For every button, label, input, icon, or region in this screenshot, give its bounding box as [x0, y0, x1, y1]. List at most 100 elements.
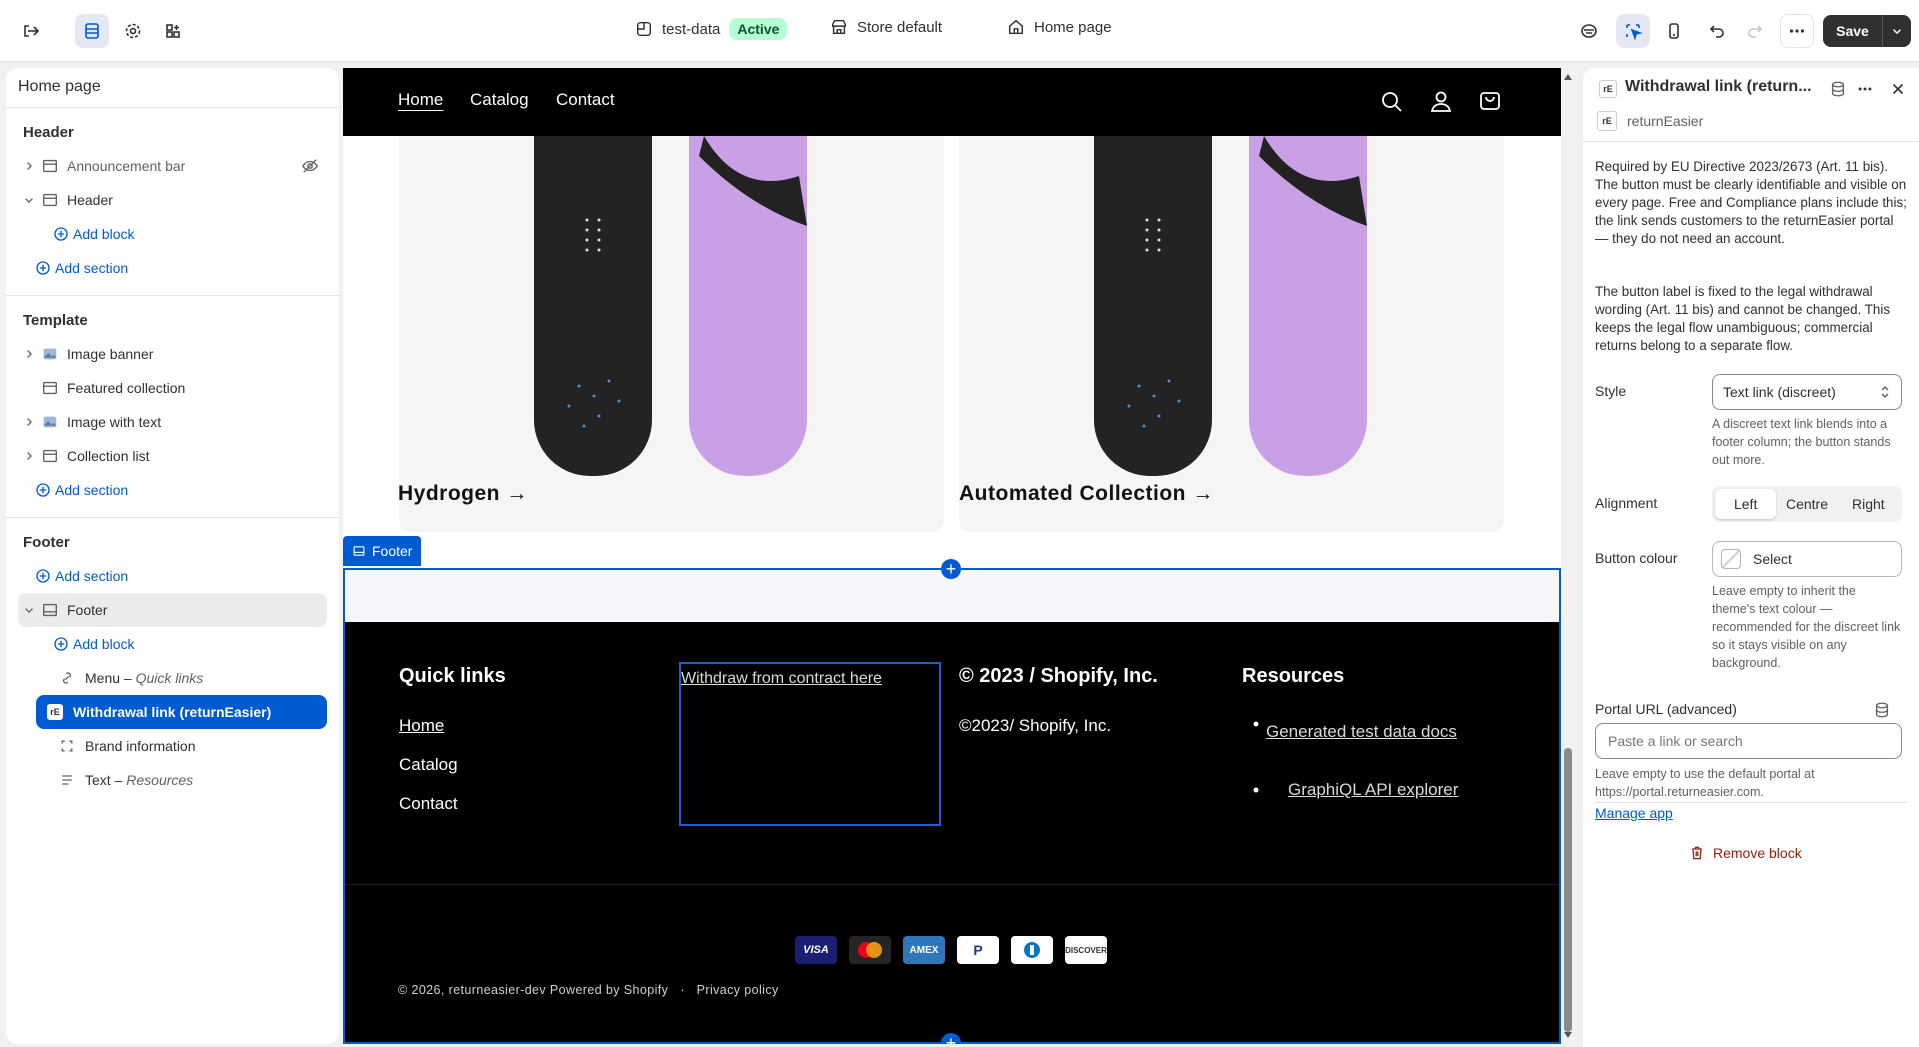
database-icon[interactable] — [1829, 80, 1847, 98]
manage-app-link[interactable]: Manage app — [1595, 805, 1673, 821]
save-button[interactable]: Save — [1823, 15, 1911, 47]
hidden-eye-icon[interactable] — [301, 157, 319, 175]
section-label: Footer — [67, 602, 108, 618]
app-name: returnEasier — [1627, 113, 1704, 129]
apps-icon[interactable] — [156, 14, 190, 48]
footer-section-label[interactable]: Footer — [343, 536, 422, 566]
resource-link-text[interactable]: GraphiQL API explorer — [1288, 780, 1458, 799]
section-icon — [43, 381, 57, 395]
plus-circle-icon — [54, 227, 68, 241]
link-icon — [62, 672, 72, 684]
theme-preview[interactable]: Home Catalog Contact Hydrogen → Automate… — [343, 68, 1561, 1044]
plus-circle-icon — [36, 261, 50, 275]
section-icon — [43, 159, 57, 173]
preview-inspector-icon[interactable] — [1572, 14, 1606, 48]
more-options-icon[interactable] — [1856, 80, 1874, 98]
sections-icon[interactable] — [75, 14, 109, 48]
add-section-button[interactable]: Add section — [18, 473, 327, 507]
product-title[interactable]: Hydrogen → — [398, 482, 528, 506]
add-section-button[interactable]: Add section — [18, 559, 327, 593]
chevron-right-icon[interactable] — [22, 415, 36, 429]
button-colour-picker[interactable]: Select — [1712, 541, 1902, 577]
snowboard-image — [534, 136, 807, 476]
group-title-template: Template — [23, 312, 88, 329]
privacy-policy-link[interactable]: Privacy policy — [697, 983, 779, 997]
nav-catalog[interactable]: Catalog — [470, 90, 529, 110]
nav-contact[interactable]: Contact — [556, 90, 615, 110]
mobile-view-icon[interactable] — [1657, 14, 1691, 48]
chevron-down-icon[interactable] — [22, 603, 36, 617]
chevron-right-icon[interactable] — [22, 347, 36, 361]
top-bar: test-data Active Store default Home page… — [0, 0, 1919, 62]
theme-selector[interactable]: test-data Active — [635, 18, 788, 40]
footer-resource-link[interactable]: GraphiQL API explorer — [1288, 780, 1458, 800]
product-card-image[interactable] — [399, 136, 944, 532]
nav-home[interactable]: Home — [398, 90, 443, 110]
cart-icon[interactable] — [1478, 89, 1502, 113]
add-section-label: Add section — [55, 260, 129, 276]
add-section-button[interactable]: Add section — [18, 251, 327, 285]
footer-link-home[interactable]: Home — [399, 716, 444, 736]
template-group: Template Image banner Featured collectio… — [6, 296, 339, 518]
block-brand-information[interactable]: Brand information — [18, 729, 327, 763]
footer-link-contact[interactable]: Contact — [399, 794, 458, 814]
product-title[interactable]: Automated Collection → — [959, 482, 1214, 506]
block-text-sublabel: Resources — [126, 772, 194, 788]
portal-url-input[interactable] — [1595, 723, 1902, 759]
section-collection-list[interactable]: Collection list — [18, 439, 327, 473]
add-section-plus-icon[interactable]: + — [941, 559, 961, 579]
alignment-centre[interactable]: Centre — [1776, 489, 1837, 519]
add-block-button[interactable]: Add block — [18, 217, 327, 251]
add-block-label: Add block — [73, 636, 135, 652]
section-image-banner[interactable]: Image banner — [18, 337, 327, 371]
preview-scrollbar[interactable] — [1561, 68, 1575, 1044]
exit-icon[interactable] — [14, 14, 48, 48]
style-select[interactable]: Text link (discreet) — [1712, 374, 1902, 410]
section-featured-collection[interactable]: Featured collection — [18, 371, 327, 405]
resource-link-text[interactable]: Generated test data docs — [1266, 722, 1457, 741]
redo-icon[interactable] — [1738, 14, 1772, 48]
withdraw-link[interactable]: Withdraw from contract here — [681, 670, 882, 688]
remove-block-button[interactable]: Remove block — [1689, 845, 1802, 861]
returneasier-app-icon: rE — [1599, 80, 1617, 98]
footer-copyright: © 2026, returneasier-dev Powered by Shop… — [398, 983, 669, 997]
withdrawal-block-outline[interactable]: Withdraw from contract here — [679, 662, 941, 826]
block-menu[interactable]: Menu – Quick links — [18, 661, 327, 695]
chevron-right-icon[interactable] — [22, 449, 36, 463]
diners-icon — [1011, 936, 1053, 964]
settings-gear-icon[interactable] — [116, 14, 150, 48]
select-cursor-icon[interactable] — [1616, 14, 1650, 48]
database-icon[interactable] — [1873, 701, 1891, 719]
account-icon[interactable] — [1429, 89, 1453, 113]
mastercard-icon — [849, 936, 891, 964]
chevron-down-icon[interactable] — [22, 193, 36, 207]
section-icon — [353, 546, 365, 556]
section-footer[interactable]: Footer — [18, 593, 327, 627]
product-card-image[interactable] — [959, 136, 1504, 532]
footer-resource-link[interactable]: Generated test data docs — [1242, 716, 1462, 748]
section-header[interactable]: Header — [18, 183, 327, 217]
block-label: Text – Resources — [85, 772, 194, 788]
store-selector[interactable]: Store default — [830, 18, 942, 36]
page-selector[interactable]: Home page — [1007, 18, 1112, 36]
more-actions-icon[interactable] — [1780, 14, 1814, 48]
close-icon[interactable] — [1889, 80, 1907, 98]
footer-link-catalog[interactable]: Catalog — [399, 755, 458, 775]
undo-icon[interactable] — [1700, 14, 1734, 48]
chevron-down-icon[interactable] — [1883, 24, 1911, 38]
footer-heading-resources: Resources — [1242, 665, 1345, 687]
block-settings-panel: rE Withdrawal link (return... rE returnE… — [1583, 68, 1919, 1047]
section-image-with-text[interactable]: Image with text — [18, 405, 327, 439]
style-hint: A discreet text link blends into a foote… — [1712, 417, 1891, 467]
discover-icon: DISCOVER — [1065, 936, 1107, 964]
search-icon[interactable] — [1380, 90, 1404, 114]
header-group: Header Announcement bar Header Add block… — [6, 108, 339, 296]
chevron-right-icon[interactable] — [22, 159, 36, 173]
block-text[interactable]: Text – Resources — [18, 763, 327, 797]
block-withdrawal-link-selected[interactable]: rE Withdrawal link (returnEasier) — [36, 695, 327, 729]
divider — [1595, 802, 1907, 803]
add-block-button[interactable]: Add block — [18, 627, 327, 661]
section-announcement-bar[interactable]: Announcement bar — [18, 149, 327, 183]
alignment-right[interactable]: Right — [1838, 489, 1899, 519]
alignment-left[interactable]: Left — [1715, 489, 1777, 519]
